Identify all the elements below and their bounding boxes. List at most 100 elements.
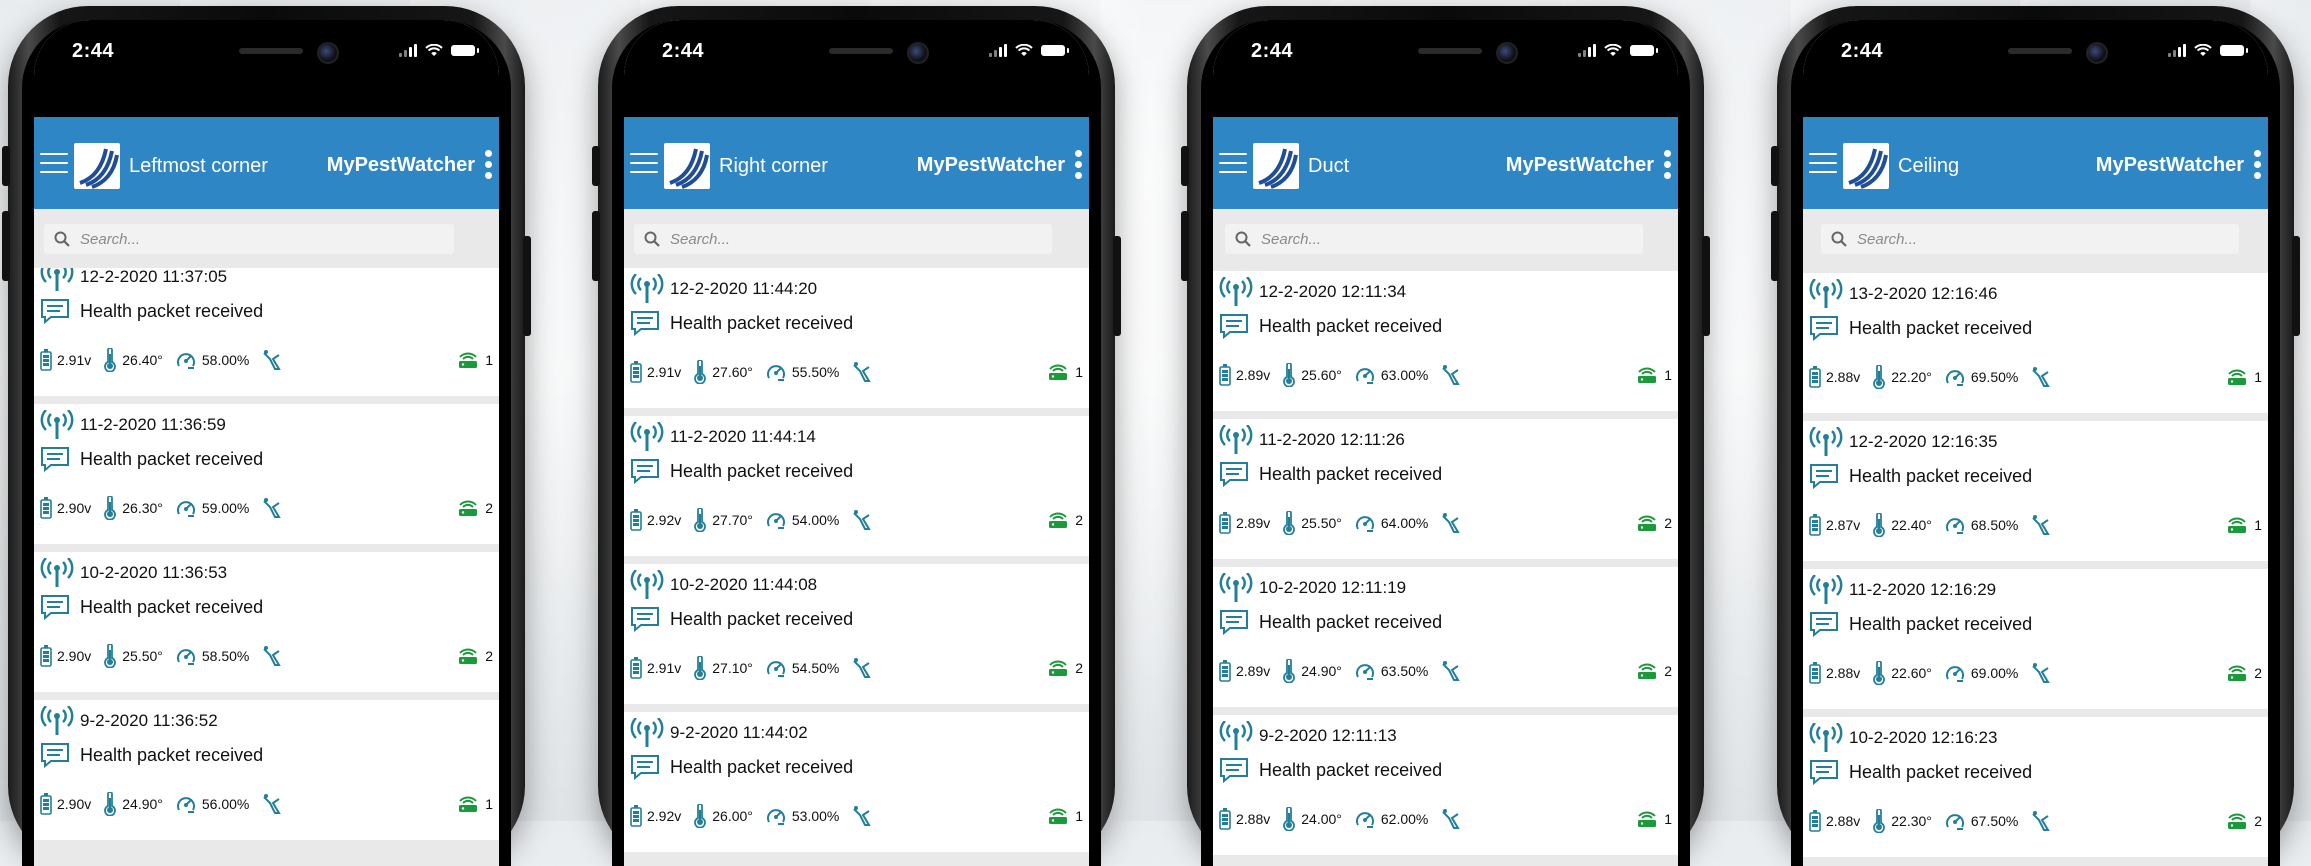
event-date: 9-2-2020 12:11:13 [1259, 726, 1397, 745]
temperature-metric: 24.90° [103, 792, 163, 816]
list-item[interactable]: 10-2-2020 11:44:08 Health packet receive… [624, 564, 1089, 704]
front-camera [2086, 42, 2108, 64]
list-item[interactable]: 10-2-2020 11:36:53 Health packet receive… [34, 552, 499, 692]
gateway-count: 2 [2254, 813, 2262, 829]
event-metrics-row: 2.89v 24.90° 63.50% 2 [1219, 659, 1672, 683]
event-date: 11-2-2020 11:44:14 [670, 427, 816, 446]
voltage-value: 2.89v [1236, 515, 1271, 531]
battery-icon [40, 793, 52, 815]
list-item[interactable]: 9-2-2020 11:36:52 Health packet received… [34, 700, 499, 840]
more-vert-icon[interactable] [2254, 150, 2262, 183]
list-item[interactable]: 10-2-2020 12:11:19 Health packet receive… [1213, 567, 1678, 707]
battery-icon [40, 645, 52, 667]
event-date-row: 11-2-2020 11:36:59 [40, 410, 226, 440]
cellular-signal-icon [399, 44, 417, 57]
event-metrics-row: 2.88v 22.30° 67.50% 2 [1809, 809, 2262, 833]
gateway-count: 1 [2254, 517, 2262, 533]
humidity-value: 67.50% [1970, 813, 2019, 829]
message-icon [631, 607, 659, 632]
temperature-metric: 27.60° [693, 360, 753, 384]
trap-icon [853, 510, 872, 530]
gateway-metric: 1 [1047, 363, 1083, 381]
more-vert-icon[interactable] [1664, 150, 1672, 183]
gauge-icon [1355, 812, 1374, 828]
search-input[interactable]: Search... [1225, 224, 1643, 254]
list-item[interactable]: 11-2-2020 11:36:59 Health packet receive… [34, 404, 499, 544]
thermometer-icon [104, 496, 117, 520]
gateway-icon [1049, 512, 1068, 528]
gateway-count: 2 [485, 500, 493, 516]
list-item[interactable]: 12-2-2020 12:11:34 Health packet receive… [1213, 271, 1678, 411]
message-icon [1220, 610, 1248, 635]
search-input[interactable]: Search... [44, 224, 454, 254]
search-input[interactable]: Search... [1821, 224, 2239, 254]
list-item[interactable]: 12-2-2020 12:16:35 Health packet receive… [1803, 421, 2268, 561]
temperature-value: 24.00° [1301, 811, 1342, 827]
event-metrics-row: 2.92v 26.00° 53.00% 1 [630, 804, 1083, 828]
gauge-icon [1945, 518, 1964, 534]
gateway-metric: 1 [457, 795, 493, 813]
event-metrics-row: 2.87v 22.40° 68.50% 1 [1809, 513, 2262, 537]
voltage-metric: 2.91v [630, 361, 681, 383]
temperature-metric: 24.90° [1282, 659, 1342, 683]
side-button [1771, 146, 1779, 186]
event-message: Health packet received [1849, 761, 2033, 782]
list-item[interactable]: 11-2-2020 11:44:14 Health packet receive… [624, 416, 1089, 556]
more-vert-icon[interactable] [1075, 150, 1083, 183]
thermometer-icon [1283, 511, 1296, 535]
message-icon [1810, 760, 1838, 785]
event-message: Health packet received [1259, 463, 1443, 484]
event-message: Health packet received [1259, 315, 1443, 336]
humidity-value: 58.00% [201, 352, 250, 368]
battery-status-icon [451, 45, 479, 56]
hamburger-icon[interactable] [1219, 153, 1247, 175]
phone-mockup: 2:44 [1771, 6, 2300, 866]
phone-mockup: 2:44 [2, 6, 531, 866]
gateway-icon [1638, 811, 1657, 827]
list-item[interactable]: 13-2-2020 12:16:46 Health packet receive… [1803, 273, 2268, 413]
temperature-value: 25.60° [1301, 367, 1342, 383]
gateway-count: 2 [1075, 660, 1083, 676]
list-item[interactable]: 12-2-2020 11:44:20 Health packet receive… [624, 268, 1089, 408]
power-button [2292, 236, 2300, 336]
humidity-value: 54.00% [791, 512, 840, 528]
battery-icon [630, 657, 642, 679]
temperature-value: 24.90° [122, 796, 163, 812]
gateway-metric: 2 [1047, 511, 1083, 529]
more-vert-icon[interactable] [485, 150, 493, 183]
wifi-icon [1015, 44, 1033, 56]
voltage-metric: 2.90v [40, 793, 91, 815]
list-item[interactable]: 11-2-2020 12:11:26 Health packet receive… [1213, 419, 1678, 559]
event-date-row: 10-2-2020 11:44:08 [630, 570, 817, 600]
search-input[interactable]: Search... [634, 224, 1052, 254]
list-item[interactable]: 12-2-2020 11:37:05 Health packet receive… [34, 268, 499, 396]
event-message: Health packet received [1259, 759, 1443, 780]
gateway-icon [1049, 364, 1068, 380]
list-item[interactable]: 9-2-2020 11:44:02 Health packet received… [624, 712, 1089, 852]
event-message-row: Health packet received [1219, 313, 1442, 339]
hamburger-icon[interactable] [630, 153, 658, 175]
list-item[interactable]: 9-2-2020 12:11:13 Health packet received… [1213, 715, 1678, 855]
list-item[interactable]: 11-2-2020 12:16:29 Health packet receive… [1803, 569, 2268, 709]
battery-status-icon [1630, 45, 1658, 56]
hamburger-icon[interactable] [1809, 153, 1837, 175]
temperature-metric: 22.20° [1872, 365, 1932, 389]
message-icon [1810, 316, 1838, 341]
gateway-metric: 2 [1636, 662, 1672, 680]
search-icon [1831, 231, 1847, 247]
gateway-icon [2228, 517, 2247, 533]
hamburger-icon[interactable] [40, 153, 68, 175]
antenna-icon [630, 718, 664, 747]
antenna-icon [1219, 277, 1253, 306]
voltage-metric: 2.91v [40, 349, 91, 371]
humidity-value: 58.50% [201, 648, 250, 664]
list-item[interactable]: 10-2-2020 12:16:23 Health packet receive… [1803, 717, 2268, 857]
temperature-metric: 25.50° [103, 644, 163, 668]
power-button [1113, 236, 1121, 336]
humidity-metric: 58.50% [175, 645, 249, 667]
phone-bezel: 2:44 [1201, 20, 1690, 866]
phone-bezel: 2:44 [1791, 20, 2280, 866]
status-time: 2:44 [662, 40, 705, 62]
trap-icon [263, 350, 282, 370]
search-placeholder: Search... [80, 230, 141, 248]
